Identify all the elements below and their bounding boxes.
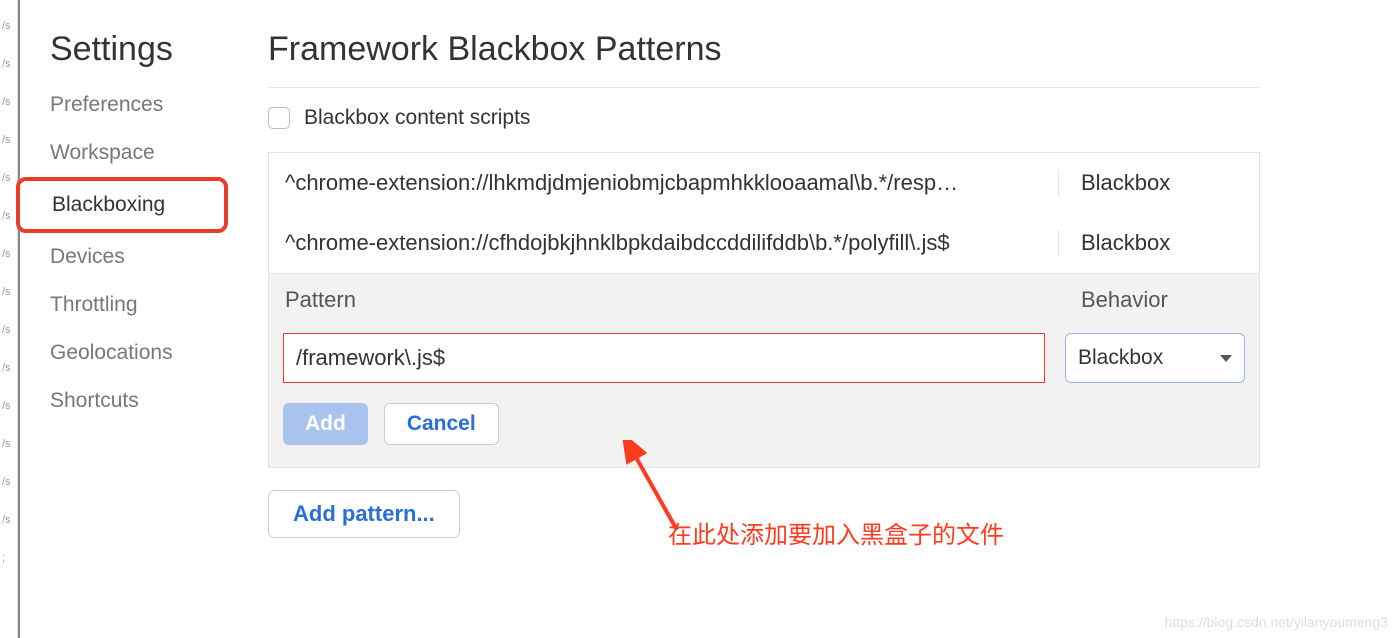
header-pattern: Pattern	[269, 287, 1059, 313]
sidebar-item-devices[interactable]: Devices	[20, 233, 238, 281]
pattern-input[interactable]	[283, 333, 1045, 383]
patterns-table: ^chrome-extension://lhkmdjdmjeniobmjcbap…	[268, 152, 1260, 468]
button-row: Add Cancel	[269, 383, 1259, 467]
page-title: Framework Blackbox Patterns	[268, 30, 1260, 88]
pattern-cell: ^chrome-extension://lhkmdjdmjeniobmjcbap…	[269, 170, 1059, 196]
pattern-cell: ^chrome-extension://cfhdojbkjhnklbpkdaib…	[269, 230, 1059, 256]
checkbox-label: Blackbox content scripts	[304, 106, 530, 130]
sidebar-item-workspace[interactable]: Workspace	[20, 129, 238, 177]
chevron-down-icon	[1220, 355, 1232, 362]
add-pattern-button[interactable]: Add pattern...	[268, 490, 460, 538]
input-row: Blackbox	[269, 325, 1259, 383]
watermark: https://blog.csdn.net/yilanyoumeng3	[1165, 614, 1388, 630]
editor-gutter: /s/s/s/s/s/s/s/s/s/s/s/s/s/s;	[0, 0, 18, 638]
behavior-cell: Blackbox	[1059, 230, 1259, 256]
annotation-text: 在此处添加要加入黑盒子的文件	[668, 515, 1004, 550]
behavior-cell: Blackbox	[1059, 170, 1259, 196]
sidebar-item-throttling[interactable]: Throttling	[20, 281, 238, 329]
header-behavior: Behavior	[1059, 287, 1259, 313]
table-header: Pattern Behavior	[269, 273, 1259, 325]
add-button[interactable]: Add	[283, 403, 368, 445]
sidebar-item-geolocations[interactable]: Geolocations	[20, 329, 238, 377]
table-row[interactable]: ^chrome-extension://lhkmdjdmjeniobmjcbap…	[269, 153, 1259, 213]
blackbox-content-scripts-row[interactable]: Blackbox content scripts	[268, 106, 1260, 130]
sidebar: Settings Preferences Workspace Blackboxi…	[18, 0, 238, 638]
behavior-select-value: Blackbox	[1078, 346, 1163, 370]
behavior-select[interactable]: Blackbox	[1065, 333, 1245, 383]
sidebar-item-shortcuts[interactable]: Shortcuts	[20, 377, 238, 425]
sidebar-item-blackboxing[interactable]: Blackboxing	[16, 177, 228, 233]
table-row[interactable]: ^chrome-extension://cfhdojbkjhnklbpkdaib…	[269, 213, 1259, 273]
sidebar-item-preferences[interactable]: Preferences	[20, 81, 238, 129]
checkbox-icon[interactable]	[268, 107, 290, 129]
cancel-button[interactable]: Cancel	[384, 403, 499, 445]
sidebar-title: Settings	[20, 30, 238, 81]
